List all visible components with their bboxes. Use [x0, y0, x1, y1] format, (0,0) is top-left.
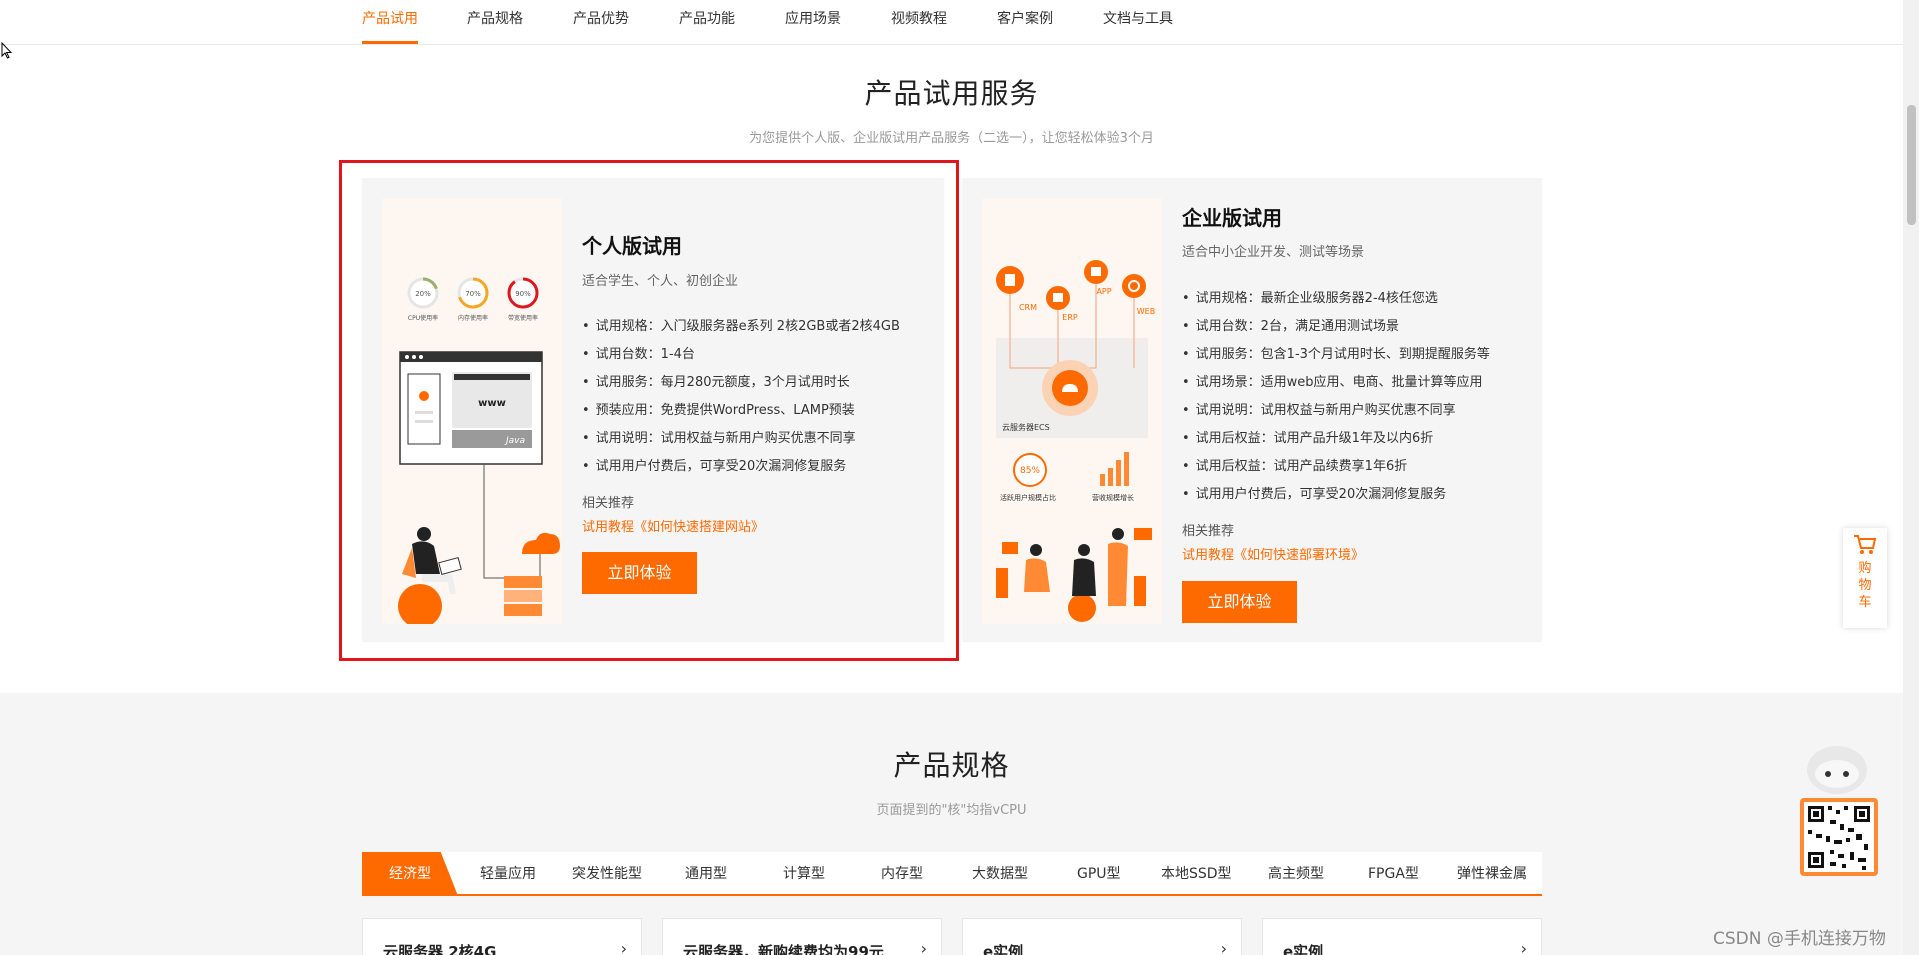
page-scrollbar[interactable] [1903, 0, 1919, 955]
nav-item-advantages[interactable]: 产品优势 [573, 9, 629, 29]
enterprise-trial-bullets: 试用规格：最新企业级服务器2-4核任您选 试用台数：2台，满足通用测试场景 试用… [1182, 285, 1490, 509]
watermark: CSDN @手机连接万物 [1713, 929, 1886, 949]
list-item: 试用服务：包含1-3个月试用时长、到期提醒服务等 [1182, 341, 1490, 369]
spec-tabs: 经济型 轻量应用 突发性能型 通用型 计算型 内存型 大数据型 GPU型 本地S… [362, 852, 1542, 896]
tab-economy[interactable]: 经济型 [389, 852, 431, 896]
nav-active-indicator [362, 41, 418, 44]
trial-section-title: 产品试用服务 [864, 77, 1039, 110]
tab-lightweight[interactable]: 轻量应用 [480, 852, 536, 896]
erp-label: ERP [1062, 313, 1078, 322]
top-nav: 产品试用 产品规格 产品优势 产品功能 应用场景 视频教程 客户案例 文档与工具 [0, 0, 1903, 45]
tab-high-freq[interactable]: 高主频型 [1268, 852, 1324, 896]
crm-label: CRM [1019, 303, 1037, 312]
spec-card-title: e实例 [1283, 943, 1324, 955]
chevron-right-icon: › [1520, 939, 1527, 955]
app-label: APP [1096, 287, 1111, 296]
active-users-label: 活跃用户规模占比 [1000, 493, 1056, 502]
ecs-label: 云服务器ECS [1002, 422, 1050, 432]
nav-item-specs[interactable]: 产品规格 [467, 9, 523, 29]
trial-section-subtitle: 为您提供个人版、企业版试用产品服务（二选一），让您轻松体验3个月 [749, 131, 1154, 146]
chevron-right-icon: › [920, 939, 927, 955]
nav-item-videos[interactable]: 视频教程 [891, 9, 947, 29]
tab-local-ssd[interactable]: 本地SSD型 [1161, 852, 1232, 896]
nav-item-cases[interactable]: 客户案例 [997, 9, 1053, 29]
spec-card-title: 云服务器 2核4G [383, 943, 497, 955]
nav-item-scenarios[interactable]: 应用场景 [785, 9, 841, 29]
list-item: 试用场景：适用web应用、电商、批量计算等应用 [1182, 369, 1490, 397]
list-item: 试用说明：试用权益与新用户购买优惠不同享 [1182, 397, 1490, 425]
spec-card[interactable]: 云服务器，新购续费均为99元 › [662, 918, 942, 955]
tab-memory[interactable]: 内存型 [881, 852, 923, 896]
robot-qr-widget[interactable] [1800, 740, 1880, 880]
spec-card[interactable]: e实例 › [962, 918, 1242, 955]
tab-fpga[interactable]: FPGA型 [1368, 852, 1419, 896]
specs-section-subtitle: 页面提到的"核"均指vCPU [876, 803, 1027, 818]
enterprise-illustration: CRM ERP APP WEB 云服务器ECS 85% 活跃用户规模占比 营收规… [982, 198, 1162, 624]
list-item: 试用后权益：试用产品续费享1年6折 [1182, 453, 1490, 481]
tab-compute[interactable]: 计算型 [783, 852, 825, 896]
specs-section-title: 产品规格 [893, 749, 1010, 782]
tab-bigdata[interactable]: 大数据型 [972, 852, 1028, 896]
spec-card[interactable]: 云服务器 2核4G › [362, 918, 642, 955]
enterprise-trial-title: 企业版试用 [1182, 206, 1282, 230]
enterprise-trial-card: CRM ERP APP WEB 云服务器ECS 85% 活跃用户规模占比 营收规… [962, 178, 1542, 642]
mouse-cursor-icon [1, 42, 13, 59]
chevron-right-icon: › [620, 939, 627, 955]
nav-item-trial[interactable]: 产品试用 [362, 9, 418, 29]
enterprise-trial-desc: 适合中小企业开发、测试等场景 [1182, 245, 1365, 260]
revenue-growth-label: 营收规模增长 [1092, 493, 1134, 502]
tab-general[interactable]: 通用型 [685, 852, 727, 896]
tab-burstable[interactable]: 突发性能型 [572, 852, 642, 896]
active-users-value: 85% [1020, 466, 1040, 476]
shopping-cart-button[interactable]: 购物车 [1843, 528, 1887, 628]
tab-bare-metal[interactable]: 弹性裸金属 [1457, 852, 1527, 896]
spec-card-title: e实例 [983, 943, 1024, 955]
enterprise-architecture-illustration: CRM ERP APP WEB 云服务器ECS 85% 活跃用户规模占比 营收规… [982, 198, 1162, 624]
chevron-right-icon: › [1220, 939, 1227, 955]
list-item: 试用规格：最新企业级服务器2-4核任您选 [1182, 285, 1490, 313]
highlight-box [339, 160, 959, 661]
nav-item-docs[interactable]: 文档与工具 [1103, 9, 1173, 29]
list-item: 试用后权益：试用产品升级1年及以内6折 [1182, 425, 1490, 453]
nav-item-features[interactable]: 产品功能 [679, 9, 735, 29]
list-item: 试用用户付费后，可享受20次漏洞修复服务 [1182, 481, 1490, 509]
enterprise-related-label: 相关推荐 [1182, 524, 1235, 539]
specs-section [0, 693, 1903, 955]
spec-card[interactable]: e实例 › [1262, 918, 1542, 955]
enterprise-try-now-button[interactable]: 立即体验 [1182, 581, 1297, 623]
web-label: WEB [1137, 307, 1155, 316]
tab-gpu[interactable]: GPU型 [1077, 852, 1121, 896]
shopping-cart-label: 购物车 [1858, 561, 1872, 610]
list-item: 试用台数：2台，满足通用测试场景 [1182, 313, 1490, 341]
shopping-cart-icon [1854, 535, 1877, 554]
spec-card-title: 云服务器，新购续费均为99元 [683, 943, 884, 955]
enterprise-tutorial-link[interactable]: 试用教程《如何快速部署环境》 [1182, 544, 1364, 563]
scrollbar-thumb[interactable] [1907, 105, 1916, 225]
